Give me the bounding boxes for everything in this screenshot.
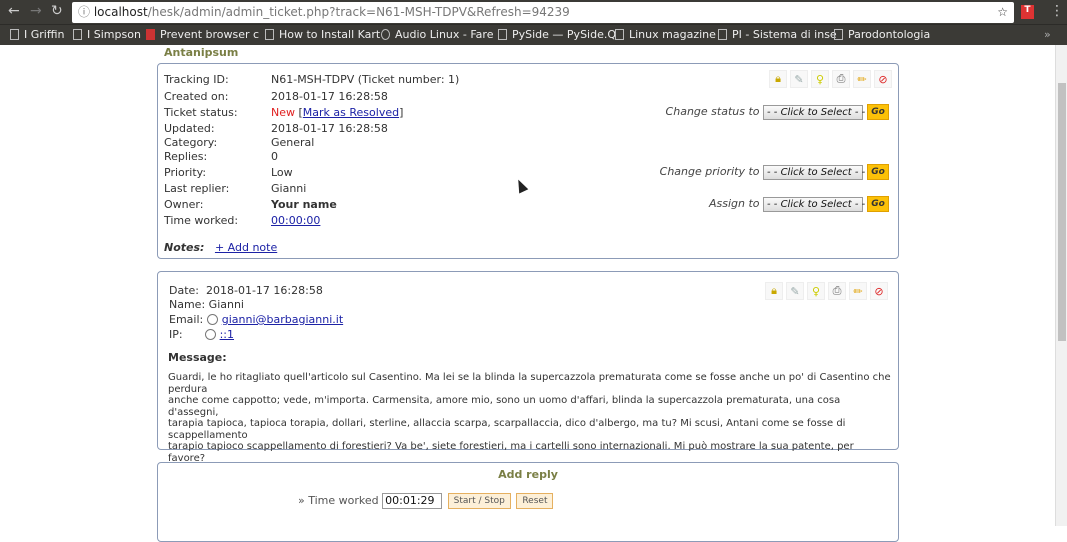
menu-icon[interactable]: ⋮ [1050,3,1064,19]
bookmark[interactable]: I Simpson [73,28,141,41]
lock-icon[interactable]: 🔒︎ [769,70,787,88]
more-bookmarks-icon[interactable]: » [1044,28,1051,41]
page-title: Antanipsum [164,46,239,59]
change-status-label: Change status to [665,105,760,118]
extension-icon[interactable]: T [1021,5,1034,19]
label: Name: [169,298,206,311]
label: Created on: [164,90,229,103]
bookmarks-bar: I Griffin I Simpson Prevent browser c Ho… [0,24,1067,45]
label: Last replier: [164,182,230,195]
tag-icon[interactable]: ✎ [790,70,808,88]
address-bar[interactable]: ⓘ localhost/hesk/admin/admin_ticket.php?… [72,2,1014,23]
edit-icon[interactable]: ✏ [853,70,871,88]
label: Category: [164,136,218,149]
lightbulb-icon[interactable]: ♀ [807,282,825,300]
status-go-button[interactable]: Go [867,104,889,120]
message-line: Guardi, le ho ritagliato quell'articolo … [168,372,891,395]
ticket-details-panel: Tracking ID: N61-MSH-TDPV (Ticket number:… [157,63,899,259]
label: Tracking ID: [164,73,229,86]
label: Owner: [164,198,204,211]
delete-icon[interactable]: ⊘ [874,70,892,88]
mark-resolved-link[interactable]: Mark as Resolved [303,106,399,119]
globe-icon [206,314,218,325]
message-line: anche come cappotto; vede, m'importa. Ca… [168,395,841,418]
url-host: localhost [93,5,148,19]
email-link[interactable]: gianni@barbagianni.it [222,313,343,326]
priority-go-button[interactable]: Go [867,164,889,180]
forward-icon[interactable]: → [30,3,42,19]
time-worked-input[interactable]: 00:01:29 [382,493,443,509]
message-body: Guardi, le ho ritagliato quell'articolo … [168,372,893,464]
change-priority-label: Change priority to [659,165,760,178]
created-on: 2018-01-17 16:28:58 [271,90,388,103]
lightbulb-icon[interactable]: ♀ [811,70,829,88]
label: Email: [169,313,204,326]
url-path: /hesk/admin/admin_ticket.php?track=N61-M… [147,5,570,19]
label: Replies: [164,150,208,163]
time-worked-label: » Time worked [298,494,379,507]
priority-select[interactable]: - - Click to Select - - ▾ [763,164,873,180]
status-select[interactable]: - - Click to Select - - ▾ [763,104,873,120]
assign-select[interactable]: - - Click to Select - - ▾ [763,196,873,212]
owner: Your name [271,198,337,211]
tag-icon[interactable]: ✎ [786,282,804,300]
globe-icon [204,329,216,340]
assign-go-button[interactable]: Go [867,196,889,212]
label: IP: [169,328,183,341]
star-icon[interactable]: ☆ [997,2,1008,23]
bookmark[interactable]: Linux magazine [615,28,716,41]
reload-icon[interactable]: ↻ [51,3,63,19]
add-reply-panel: Add reply » Time worked 00:01:29 Start /… [157,462,899,542]
status-badge: New [271,106,295,119]
assign-to-label: Assign to [708,197,760,210]
message-name: Gianni [208,298,244,311]
message-date: 2018-01-17 16:28:58 [206,284,323,297]
time-worked-link[interactable]: 00:00:00 [271,214,320,227]
updated: 2018-01-17 16:28:58 [271,122,388,135]
label: Time worked: [164,214,239,227]
print-icon[interactable]: ⎙ [828,282,846,300]
label: Updated: [164,122,215,135]
scrollbar-thumb[interactable] [1058,83,1066,341]
bookmark[interactable]: I Griffin [10,28,64,41]
tracking-id: N61-MSH-TDPV (Ticket number: 1) [271,73,460,86]
browser-toolbar: ← → ↻ ⓘ localhost/hesk/admin/admin_ticke… [0,0,1067,24]
back-icon[interactable]: ← [8,3,20,19]
add-note-link[interactable]: + Add note [215,241,277,254]
category: General [271,136,315,149]
priority: Low [271,166,293,179]
ip-link[interactable]: ::1 [220,328,234,341]
bookmark[interactable]: PI - Sistema di inse [718,28,837,41]
bookmark[interactable]: How to Install Kart [265,28,380,41]
lock-icon[interactable]: 🔒︎ [765,282,783,300]
label: Date: [169,284,199,297]
start-stop-button[interactable]: Start / Stop [447,493,511,509]
scrollbar[interactable] [1055,45,1067,526]
label: Ticket status: [164,106,238,119]
message-line: tarapia tapioca, tapioca torapia, dollar… [168,418,846,441]
last-replier: Gianni [271,182,307,195]
replies: 0 [271,150,278,163]
edit-icon[interactable]: ✏ [849,282,867,300]
bookmark[interactable]: PySide — PySide.Q [498,28,616,41]
bookmark[interactable]: Audio Linux - Fare [381,28,493,41]
bookmark[interactable]: Prevent browser c [146,28,259,41]
reset-button[interactable]: Reset [516,493,554,509]
bookmark[interactable]: Parodontologia [834,28,930,41]
delete-icon[interactable]: ⊘ [870,282,888,300]
message-line: tarapio tapioco scappellamento di forest… [168,441,854,464]
notes-label: Notes: [164,241,205,254]
message-label: Message: [168,351,227,364]
add-reply-title: Add reply [498,468,558,481]
label: Priority: [164,166,207,179]
message-panel: Date: 2018-01-17 16:28:58 Name: Gianni E… [157,271,899,464]
print-icon[interactable]: ⎙ [832,70,850,88]
